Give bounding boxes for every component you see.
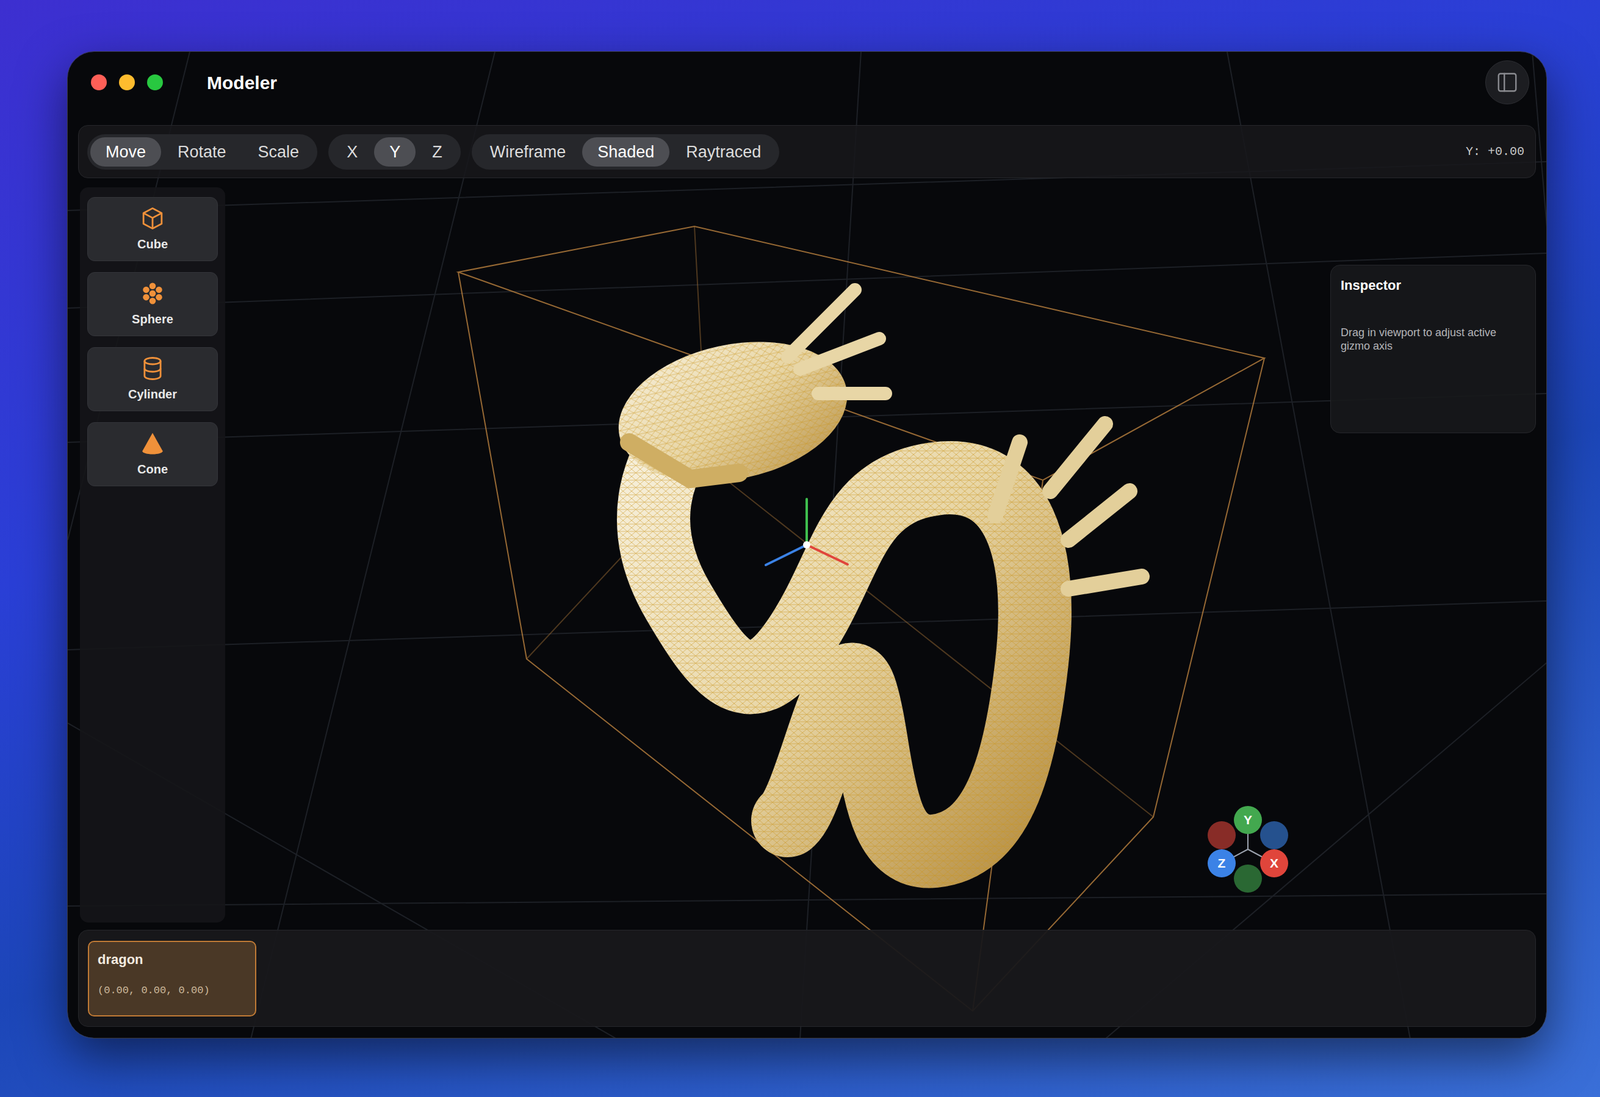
segment-button[interactable]: Rotate: [162, 137, 242, 167]
dragon-model[interactable]: [605, 289, 1142, 852]
viewport-canvas[interactable]: [67, 51, 1547, 1039]
axis-ball[interactable]: X: [1260, 849, 1289, 878]
desktop: ModelerMoveRotateScaleXYZWireframeShaded…: [0, 0, 1600, 1097]
segment-button[interactable]: Raytraced: [670, 137, 777, 167]
object-card[interactable]: dragon(0.00, 0.00, 0.00): [87, 940, 257, 1017]
close-button[interactable]: [90, 74, 107, 91]
palette-button[interactable]: Cylinder: [87, 347, 218, 412]
minimize-button[interactable]: [118, 74, 135, 91]
axis-group: XYZ: [328, 134, 461, 170]
inspector-hint: Drag in viewport to adjust active gizmo …: [1340, 325, 1526, 353]
segment-button[interactable]: Z: [416, 137, 458, 167]
title-bar: Modeler: [67, 51, 1547, 113]
negative-axis-ball[interactable]: [1260, 821, 1289, 850]
segment-button[interactable]: Shaded: [582, 137, 670, 167]
shape-palette: Cube Sphere Cylinder Cone: [79, 187, 226, 923]
axis-ball[interactable]: Z: [1207, 849, 1236, 878]
app-window: ModelerMoveRotateScaleXYZWireframeShaded…: [67, 51, 1547, 1039]
axis-ball[interactable]: Y: [1233, 806, 1262, 835]
sidebar-toggle[interactable]: [1485, 60, 1530, 105]
palette-button[interactable]: Sphere: [87, 272, 218, 337]
zoom-button[interactable]: [147, 74, 163, 91]
segment-button[interactable]: Wireframe: [474, 137, 582, 167]
inspector-title: Inspector: [1340, 275, 1526, 296]
sidebar-icon: [1495, 70, 1519, 94]
render-mode-group: WireframeShadedRaytraced: [471, 134, 780, 170]
palette-button[interactable]: Cube: [87, 197, 218, 262]
cube-icon: [139, 205, 166, 232]
toolbar: MoveRotateScale XYZ WireframeShadedRaytrac…: [78, 125, 1536, 179]
segment-button[interactable]: Scale: [242, 137, 315, 167]
segment-button[interactable]: Move: [90, 137, 162, 167]
palette-button[interactable]: Cone: [87, 422, 218, 487]
outliner-bar: dragon(0.00, 0.00, 0.00): [78, 929, 1536, 1028]
cone-icon: [139, 430, 166, 457]
inspector-panel: Inspector Drag in viewport to adjust acti…: [1330, 264, 1536, 434]
axis-readout: Y: +0.00: [1465, 142, 1527, 162]
sphere-icon: [139, 280, 166, 307]
segment-button[interactable]: Y: [374, 137, 416, 167]
transform-gizmo[interactable]: [765, 499, 848, 566]
window-title: Modeler: [206, 68, 278, 97]
cylinder-icon: [139, 355, 166, 382]
orientation-gizmo[interactable]: YZX: [1205, 806, 1291, 893]
segment-button[interactable]: X: [331, 137, 373, 167]
transform-mode-group: MoveRotateScale: [87, 134, 318, 170]
negative-axis-ball[interactable]: [1207, 821, 1236, 850]
negative-axis-ball[interactable]: [1233, 864, 1262, 893]
